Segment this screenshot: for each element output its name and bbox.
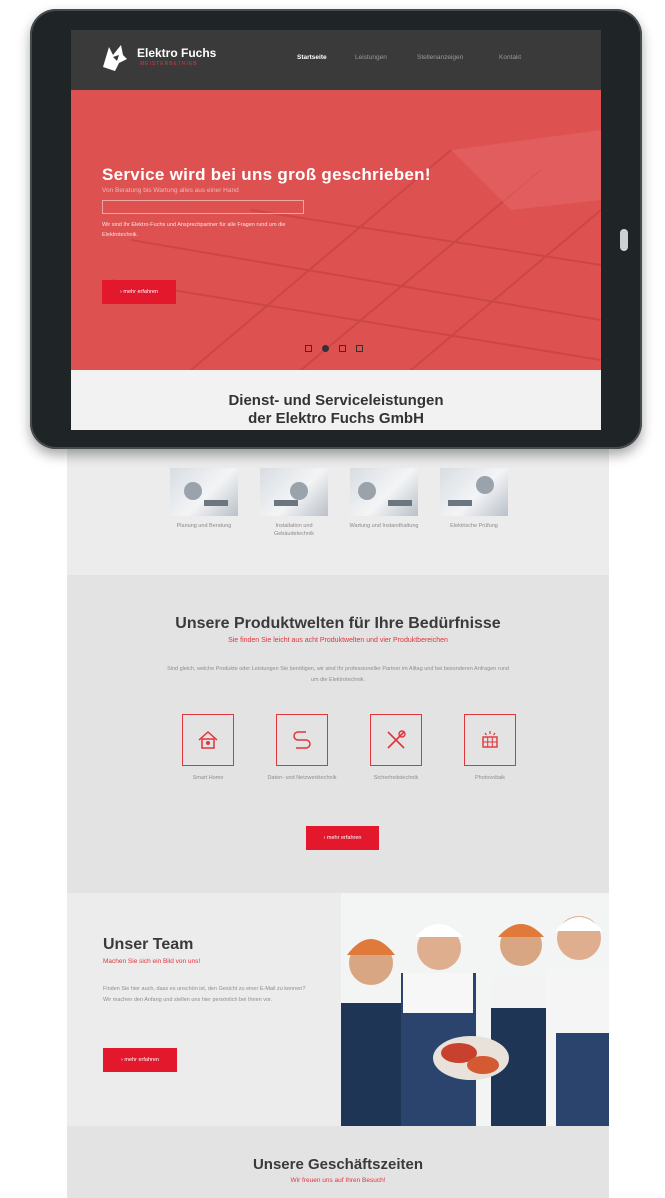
nav-item-stellenanzeigen[interactable]: Stellenanzeigen	[417, 54, 463, 61]
hero-slider: Service wird bei uns groß geschrieben! V…	[71, 90, 601, 370]
team-more-button[interactable]: › mehr erfahren	[103, 1048, 177, 1072]
service-image	[350, 468, 418, 516]
products-more-button[interactable]: › mehr erfahren	[306, 826, 379, 850]
site-header: Elektro Fuchs MEISTERBETRIEB Startseite …	[71, 30, 601, 90]
team-section: Unser Team Machen Sie sich ein Bild von …	[67, 893, 609, 1126]
service-label: Wartung und Instandhaltung	[349, 523, 419, 529]
service-card[interactable]: Installation und Gebäudetechnik	[257, 468, 331, 538]
tablet-frame: Elektro Fuchs MEISTERBETRIEB Startseite …	[30, 9, 642, 449]
product-world-label: Smart Home	[192, 775, 224, 781]
service-label: Installation und Gebäudetechnik	[273, 523, 315, 537]
product-world-label: Sicherheitstechnik	[373, 775, 419, 781]
hours-heading: Unsere Geschäftszeiten	[252, 1156, 424, 1173]
product-world-card[interactable]: Daten- und Netzwerktechnik	[267, 714, 337, 782]
hero-more-button[interactable]: › mehr erfahren	[102, 280, 176, 304]
brand-tagline: MEISTERBETRIEB	[140, 61, 198, 67]
nav-item-kontakt[interactable]: Kontakt	[499, 54, 521, 61]
services-heading-line2: der Elektro Fuchs GmbH	[248, 410, 424, 427]
slider-dot[interactable]	[305, 345, 312, 352]
hero-lead-frame	[102, 200, 304, 214]
products-description: Sind gleich, welche Produkte oder Leistu…	[167, 666, 509, 683]
service-card[interactable]: Planung und Beratung	[167, 468, 241, 530]
smart-home-icon	[182, 714, 234, 766]
slider-dot[interactable]	[356, 345, 363, 352]
product-world-card[interactable]: Photovoltaik	[455, 714, 525, 782]
products-section: Unsere Produktwelten für Ihre Bedürfniss…	[67, 575, 609, 893]
fox-logo-icon[interactable]	[99, 41, 129, 73]
service-label: Planung und Beratung	[176, 523, 232, 529]
services-heading-line1: Dienst- und Serviceleistungen	[228, 392, 444, 409]
slider-dots	[305, 345, 363, 352]
tablet-screen: Elektro Fuchs MEISTERBETRIEB Startseite …	[71, 30, 601, 430]
products-heading: Unsere Produktwelten für Ihre Bedürfniss…	[175, 615, 501, 632]
solar-icon	[464, 714, 516, 766]
hero-title: Service wird bei uns groß geschrieben!	[102, 165, 431, 184]
slider-dot[interactable]	[339, 345, 346, 352]
team-photo	[341, 893, 609, 1126]
service-label: Elektrische Prüfung	[450, 523, 498, 529]
product-world-label: Photovoltaik	[475, 775, 505, 781]
team-description: Finden Sie hier auch, dass es unschön is…	[103, 986, 306, 1003]
service-card[interactable]: Elektrische Prüfung	[437, 468, 511, 530]
hero-lead: Von Beratung bis Wartung alles aus einer…	[102, 187, 239, 194]
tablet-home-button	[620, 229, 628, 251]
service-image	[260, 468, 328, 516]
service-card[interactable]: Wartung und Instandhaltung	[347, 468, 421, 530]
website-page: Planung und Beratung Installation und Ge…	[67, 420, 609, 1198]
tools-icon	[370, 714, 422, 766]
hero-text: Wir sind Ihr Elektro-Fuchs und Ansprechp…	[102, 222, 286, 238]
hours-subheading: Wir freuen uns auf Ihren Besuch!	[290, 1177, 386, 1184]
product-world-card[interactable]: Smart Home	[173, 714, 243, 782]
hours-section: Unsere Geschäftszeiten Wir freuen uns au…	[67, 1126, 609, 1198]
services-heading: Dienst- und Serviceleistungen der Elektr…	[71, 370, 601, 430]
products-subheading: Sie finden Sie leicht aus acht Produktwe…	[228, 637, 448, 644]
product-world-card[interactable]: Sicherheitstechnik	[361, 714, 431, 782]
team-heading: Unser Team	[103, 936, 194, 953]
nav-item-startseite[interactable]: Startseite	[297, 54, 327, 61]
team-subheading: Machen Sie sich ein Bild von uns!	[103, 958, 201, 965]
brand-name[interactable]: Elektro Fuchs	[137, 46, 216, 60]
nav-item-leistungen[interactable]: Leistungen	[355, 54, 387, 61]
cable-icon	[276, 714, 328, 766]
service-image	[440, 468, 508, 516]
service-image	[170, 468, 238, 516]
slider-dot-active[interactable]	[322, 345, 329, 352]
product-world-label: Daten- und Netzwerktechnik	[267, 775, 337, 781]
